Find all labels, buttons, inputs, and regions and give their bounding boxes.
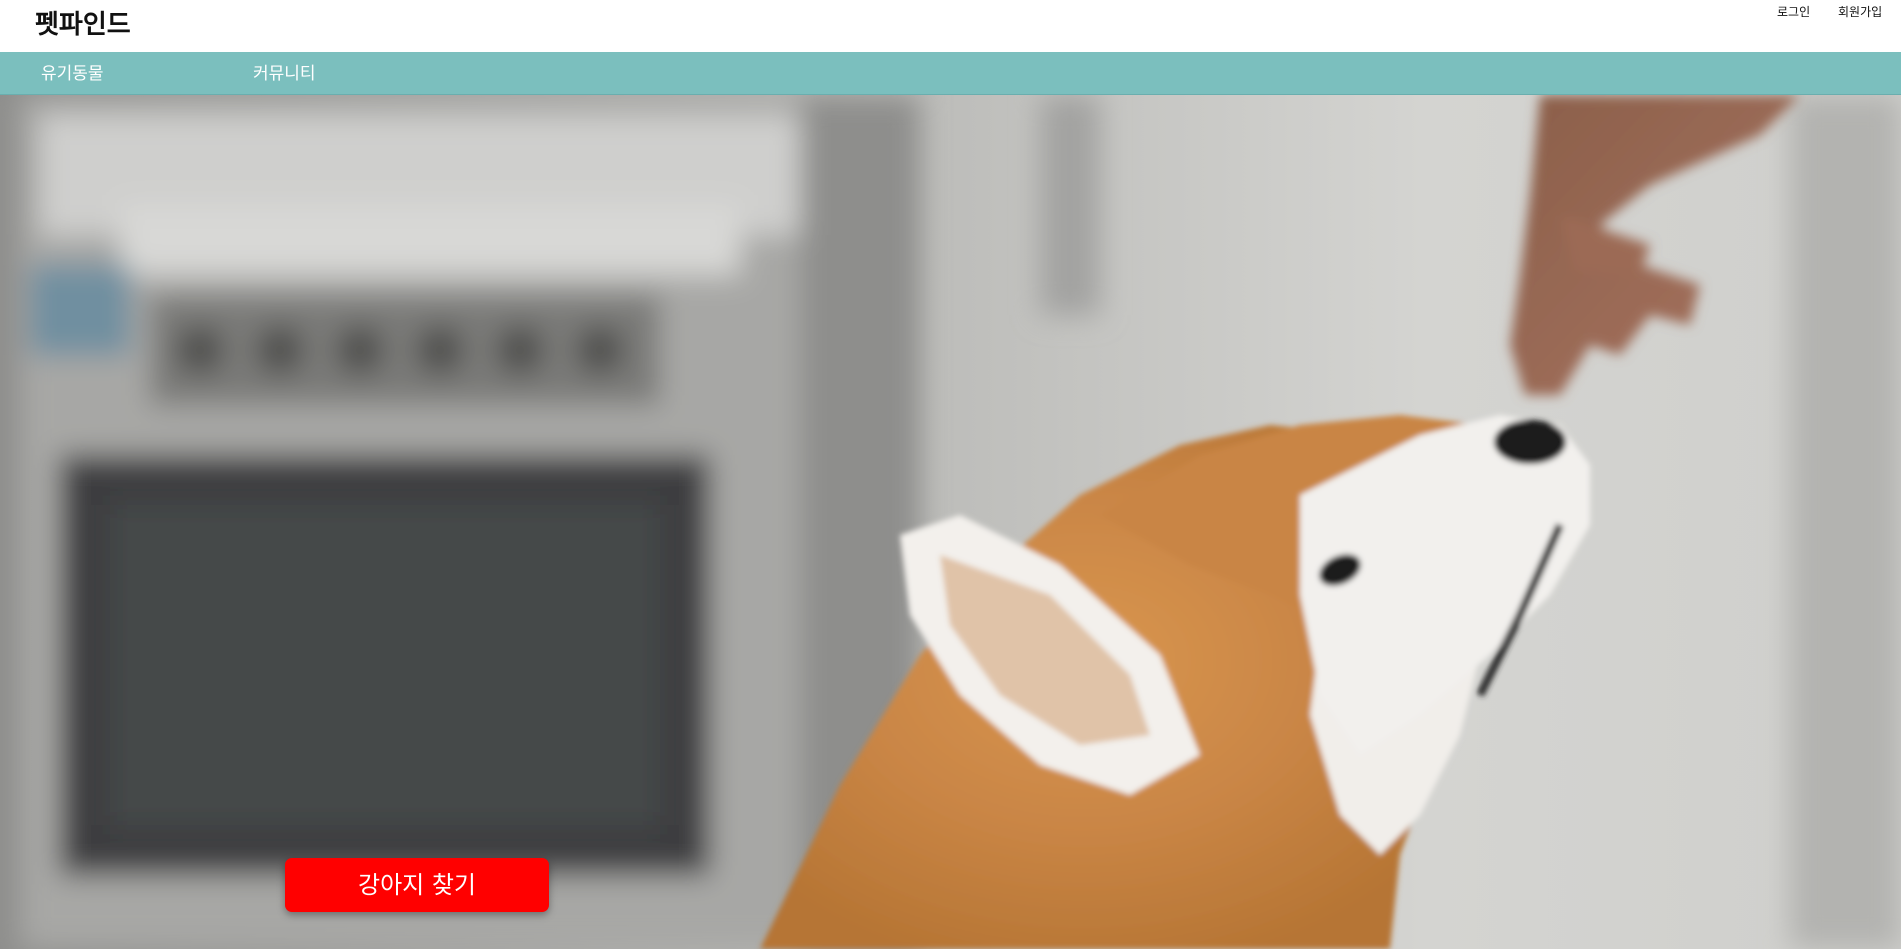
hero-banner: 강아지 찾기 [0, 95, 1901, 949]
find-puppy-button[interactable]: 강아지 찾기 [285, 858, 549, 912]
signup-link[interactable]: 회원가입 [1838, 4, 1882, 20]
login-link[interactable]: 로그인 [1777, 4, 1810, 20]
nav-item-abandoned-animals[interactable]: 유기동물 [41, 63, 104, 85]
main-nav: 유기동물 커뮤니티 [0, 52, 1901, 95]
nav-item-community[interactable]: 커뮤니티 [253, 63, 316, 85]
brand-logo[interactable]: 펫파인드 [35, 9, 131, 41]
top-header: 펫파인드 로그인 회원가입 [0, 0, 1901, 52]
hero-puppy-image [0, 95, 1901, 949]
